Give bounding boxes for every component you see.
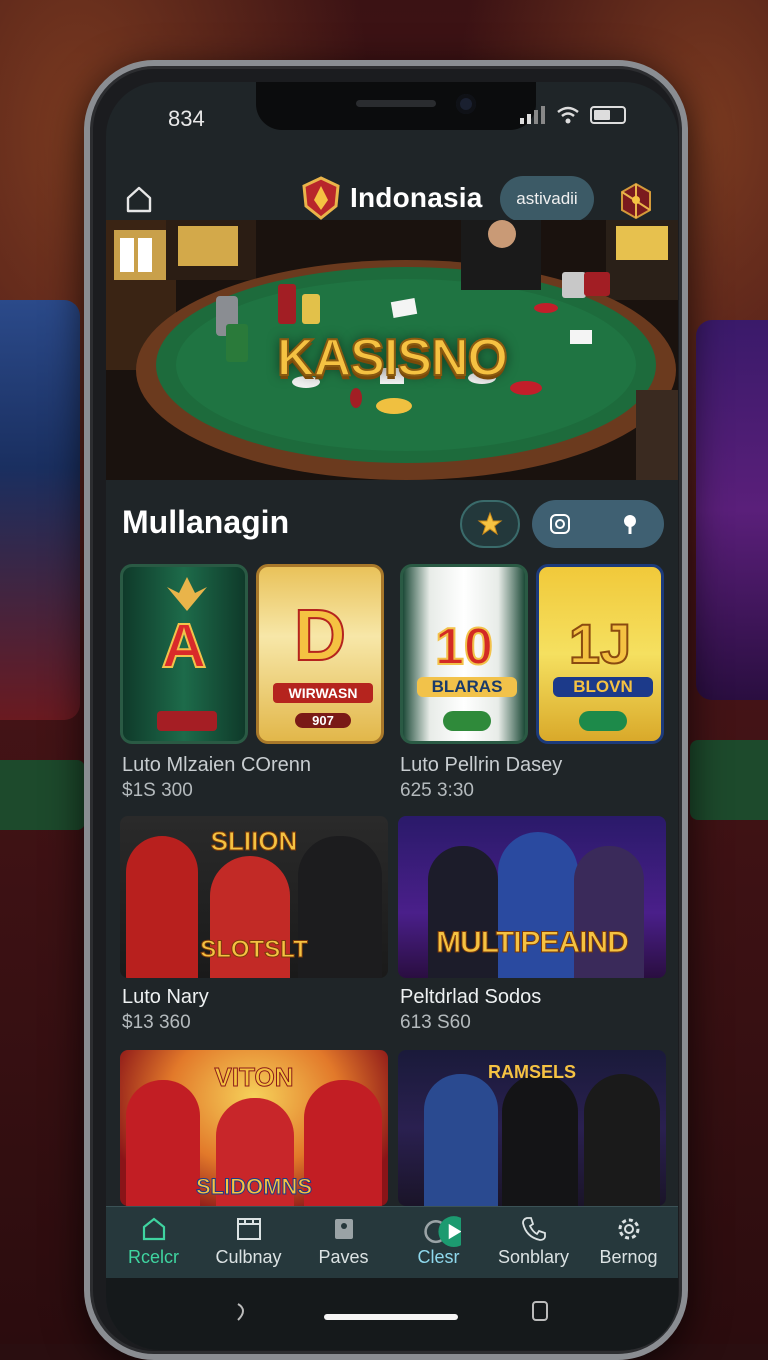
gift-box-icon[interactable]: [616, 180, 656, 220]
system-nav-bar: [106, 1278, 678, 1350]
slot-symbol: 10: [434, 617, 494, 677]
slot-tile[interactable]: D WIRWASN 907: [256, 564, 384, 744]
tab-label: Bernog: [599, 1247, 658, 1267]
bg-table-left: [0, 760, 85, 830]
slot-banner: WIRWASN: [273, 683, 373, 703]
star-icon: [477, 511, 503, 536]
location-pin-icon[interactable]: [618, 512, 642, 536]
card-title: RAMSELS: [487, 1062, 576, 1082]
person-figure: [424, 1074, 498, 1206]
recents-icon[interactable]: [530, 1298, 550, 1322]
phone-icon: [522, 1217, 546, 1241]
instagram-icon[interactable]: [548, 512, 572, 536]
tab-label: Paves: [318, 1247, 369, 1267]
card-title: SLIION: [210, 826, 298, 857]
tab-clesr[interactable]: Clesr: [391, 1207, 486, 1279]
slot-caption-name: Luto Mlzaien COrenn: [122, 754, 311, 776]
bg-slot-machine-left: [0, 300, 80, 720]
card-caption-name: Luto Nary: [122, 986, 209, 1008]
slot-carousel: A D WIRWASN 907 10 BLARAS 1J BLOVN: [120, 564, 666, 746]
slot-banner: BLARAS: [417, 677, 517, 697]
status-time: 834: [168, 106, 205, 131]
tag-icon: [335, 1219, 353, 1239]
favorites-button[interactable]: [460, 500, 520, 548]
person-figure: [502, 1074, 578, 1206]
card-subtitle: SLOTSLT: [200, 936, 309, 964]
card-title: VITON: [214, 1062, 294, 1093]
hero-banner[interactable]: KASISNO: [106, 220, 678, 480]
card-subtitle: SLIDOMNS: [195, 1174, 313, 1200]
slot-reel-strip: [157, 711, 217, 731]
gear-icon: [618, 1218, 640, 1240]
slot-tile[interactable]: 1J BLOVN: [536, 564, 664, 744]
screen: 834 Indonasia astivadii KASISNO Mullanag…: [106, 82, 678, 1350]
card-title: MULTIPEAIND: [436, 926, 630, 960]
status-icons: [520, 106, 626, 124]
speaker: [356, 100, 436, 107]
brand-logo-icon: [302, 176, 340, 220]
app-title: Indonasia: [350, 182, 483, 213]
slot-caption-name: Luto Pellrin Dasey: [400, 754, 563, 776]
slot-banner: BLOVN: [553, 677, 653, 697]
slot-symbol: 1J: [568, 611, 632, 676]
film-icon: [237, 1218, 261, 1240]
tab-label: Sonblary: [497, 1247, 570, 1267]
tab-calendar[interactable]: Culbnay: [201, 1207, 296, 1279]
back-icon[interactable]: [232, 1300, 252, 1324]
wifi-icon: [557, 106, 579, 124]
home-icon: [142, 1217, 166, 1241]
crown-icon: [167, 577, 207, 611]
game-card[interactable]: MULTIPEAIND: [398, 816, 666, 978]
slot-symbol: D: [293, 595, 347, 677]
slot-symbol: A: [161, 611, 208, 682]
slot-tile[interactable]: A: [120, 564, 248, 744]
hero-title: KASISNO: [276, 328, 509, 388]
tab-paves[interactable]: Paves: [296, 1207, 391, 1279]
battery-icon: [590, 106, 626, 124]
activate-button[interactable]: astivadii: [500, 176, 594, 222]
play-icon: [424, 1216, 461, 1247]
home-indicator[interactable]: [324, 1314, 458, 1320]
bg-slot-machine-right: [696, 320, 768, 700]
phone-frame: 834 Indonasia astivadii KASISNO Mullanag…: [84, 60, 688, 1360]
tab-label: Culbnay: [215, 1247, 282, 1267]
game-card[interactable]: VITON SLIDOMNS: [120, 1050, 388, 1206]
card-caption-name: Peltdrlad Sodos: [400, 986, 542, 1008]
tab-settings[interactable]: Bernog: [581, 1207, 676, 1279]
signal-icon: [520, 106, 545, 124]
card-caption-value: 613 S60: [400, 1012, 471, 1033]
tab-label: Rcelcr: [127, 1247, 179, 1267]
person-figure: [584, 1074, 660, 1206]
slot-tile[interactable]: 10 BLARAS: [400, 564, 528, 744]
camera: [456, 94, 476, 114]
game-card[interactable]: RAMSELS: [398, 1050, 666, 1206]
notch: [256, 82, 536, 130]
game-card[interactable]: SLIION SLOTSLT: [120, 816, 388, 978]
home-icon[interactable]: [124, 184, 154, 214]
section-title: Mullanagin: [122, 504, 290, 540]
slot-sub-label: 907: [295, 713, 351, 728]
slot-reel-strip: [443, 711, 491, 731]
card-caption-value: $13 360: [122, 1012, 191, 1033]
bg-table-right: [690, 740, 768, 820]
tab-sonblary[interactable]: Sonblary: [486, 1207, 581, 1279]
bottom-tab-bar: Rcelcr Culbnay Paves Clesr Sonblary Bern…: [106, 1206, 678, 1278]
tab-home[interactable]: Rcelcr: [106, 1207, 201, 1279]
tab-label: Clesr: [417, 1247, 460, 1267]
slot-reel-strip: [579, 711, 627, 731]
slot-caption-value: $1S 300: [122, 780, 193, 801]
social-pill: [532, 500, 664, 548]
slot-caption-value: 625 3:30: [400, 780, 474, 801]
